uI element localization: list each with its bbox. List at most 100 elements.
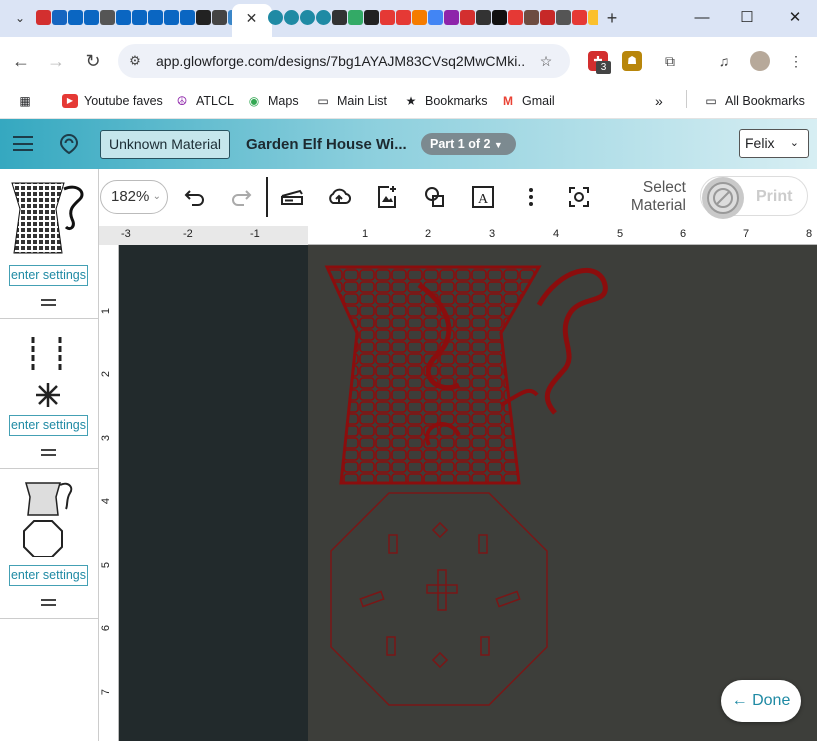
extensions-puzzle-icon[interactable]: ⧉ [660, 51, 680, 71]
zoom-select[interactable]: 182% ⌄ [100, 180, 168, 214]
redo-icon[interactable] [228, 184, 254, 210]
design-canvas[interactable] [119, 245, 817, 741]
window-close-button[interactable]: ✕ [785, 8, 805, 28]
chevron-down-icon: ⌄ [789, 137, 799, 149]
profile-avatar[interactable] [750, 51, 770, 71]
favicon-icon[interactable] [396, 10, 411, 25]
favicon-icon[interactable] [332, 10, 347, 25]
location-pin-icon[interactable] [58, 133, 80, 155]
reload-button[interactable]: ↻ [82, 50, 104, 72]
favicon-icon[interactable] [412, 10, 427, 25]
more-bookmarks-button[interactable]: » [655, 91, 663, 111]
favicon-icon[interactable] [164, 10, 179, 25]
glowforge-icon[interactable] [284, 10, 299, 25]
thumbnail-group[interactable]: enter settings [0, 169, 99, 319]
enter-settings-button[interactable]: enter settings [9, 565, 88, 586]
thumbnail-image[interactable] [8, 329, 88, 407]
browser-menu-icon[interactable]: ⋮ [786, 51, 806, 71]
scan-icon[interactable] [279, 184, 305, 210]
favicon-icon[interactable] [524, 10, 539, 25]
maps-pin-icon: ◉ [248, 94, 260, 108]
more-options-icon[interactable] [518, 184, 544, 210]
tab-close-icon[interactable]: ✕ [242, 9, 261, 28]
favicon-icon[interactable] [212, 10, 227, 25]
favicon-icon[interactable] [476, 10, 491, 25]
apps-grid-icon[interactable]: ▦ [17, 91, 33, 111]
favicon-icon[interactable] [556, 10, 571, 25]
enter-settings-button[interactable]: enter settings [9, 265, 88, 286]
thumbnail-group[interactable]: enter settings [0, 469, 99, 619]
favicon-icon[interactable] [348, 10, 363, 25]
media-controls-icon[interactable]: ♫ [714, 51, 734, 71]
back-button[interactable]: ← [10, 50, 32, 72]
pinned-tab-favicons[interactable] [36, 10, 232, 27]
favicon-icon[interactable] [148, 10, 163, 25]
bookmark-main-list[interactable]: ▭ Main List [315, 91, 387, 111]
thumbnail-image[interactable] [8, 479, 88, 558]
favicon-icon[interactable] [380, 10, 395, 25]
tab-favicons[interactable] [268, 10, 598, 27]
favicon-icon[interactable] [492, 10, 507, 25]
favicon-icon[interactable] [572, 10, 587, 25]
favicon-icon[interactable] [52, 10, 67, 25]
new-tab-button[interactable]: + [602, 8, 622, 28]
extension-icon[interactable]: ☗ [622, 51, 642, 71]
bookmark-maps[interactable]: ◉ Maps [246, 91, 299, 111]
thumbnail-image[interactable] [8, 179, 88, 257]
hamburger-menu-icon[interactable] [13, 136, 33, 151]
design-title[interactable]: Garden Elf House Wi... [246, 136, 407, 153]
favicon-icon[interactable] [444, 10, 459, 25]
center-focus-icon[interactable] [566, 184, 592, 210]
glowforge-icon[interactable] [316, 10, 331, 25]
thumbnail-group[interactable]: enter settings [0, 319, 99, 469]
material-button[interactable]: Unknown Material [100, 130, 230, 159]
design-part-house-front[interactable] [324, 265, 608, 485]
design-part-round-base[interactable] [330, 492, 548, 706]
favicon-icon[interactable] [540, 10, 555, 25]
forward-button[interactable]: → [45, 50, 67, 72]
bookmark-youtube-faves[interactable]: ▶ Youtube faves [62, 91, 163, 111]
enter-settings-button[interactable]: enter settings [9, 415, 88, 436]
drag-handle-icon[interactable] [41, 599, 56, 606]
favicon-icon[interactable] [364, 10, 379, 25]
bookmark-star-icon[interactable]: ☆ [536, 51, 556, 71]
favicon-icon[interactable] [100, 10, 115, 25]
favicon-icon[interactable] [36, 10, 51, 25]
glowforge-icon[interactable] [268, 10, 283, 25]
user-select[interactable]: Felix ⌄ [739, 129, 809, 158]
upload-cloud-icon[interactable] [326, 184, 352, 210]
drag-handle-icon[interactable] [41, 299, 56, 306]
bookmark-atlcl[interactable]: ☮ ATLCL [174, 91, 234, 111]
select-material-label[interactable]: Select Material [622, 179, 686, 215]
favicon-icon[interactable] [428, 10, 443, 25]
bookmark-gmail[interactable]: M Gmail [500, 91, 555, 111]
favicon-icon[interactable] [196, 10, 211, 25]
url-text[interactable]: app.glowforge.com/designs/7bg1AYAJM83CVs… [156, 53, 524, 69]
favicon-icon[interactable] [460, 10, 475, 25]
favicon-icon[interactable] [84, 10, 99, 25]
glowforge-icon[interactable] [300, 10, 315, 25]
done-button[interactable]: ← Done [721, 680, 801, 722]
undo-icon[interactable] [182, 184, 208, 210]
ruler-tick-label: 8 [806, 228, 813, 240]
favicon-icon[interactable] [588, 10, 598, 25]
favicon-icon[interactable] [116, 10, 131, 25]
maximize-button[interactable]: ☐ [737, 8, 757, 28]
favicon-icon[interactable] [132, 10, 147, 25]
zoom-value: 182% [111, 188, 150, 205]
bookmark-bookmarks[interactable]: ★ Bookmarks [403, 91, 488, 111]
ruler-tick-label: -3 [121, 228, 131, 240]
design-artwork[interactable] [119, 245, 817, 741]
shapes-icon[interactable] [422, 184, 448, 210]
minimize-button[interactable]: — [692, 8, 712, 28]
tab-search-dropdown[interactable]: ⌄ [8, 7, 32, 29]
all-bookmarks-button[interactable]: ▭ All Bookmarks [703, 91, 805, 111]
favicon-icon[interactable] [68, 10, 83, 25]
text-tool-icon[interactable]: A [470, 184, 496, 210]
part-selector[interactable]: Part 1 of 2 ▼ [421, 133, 516, 155]
drag-handle-icon[interactable] [41, 449, 56, 456]
favicon-icon[interactable] [180, 10, 195, 25]
site-info-icon[interactable]: ⚙ [125, 51, 145, 71]
add-artwork-icon[interactable] [374, 184, 400, 210]
favicon-icon[interactable] [508, 10, 523, 25]
